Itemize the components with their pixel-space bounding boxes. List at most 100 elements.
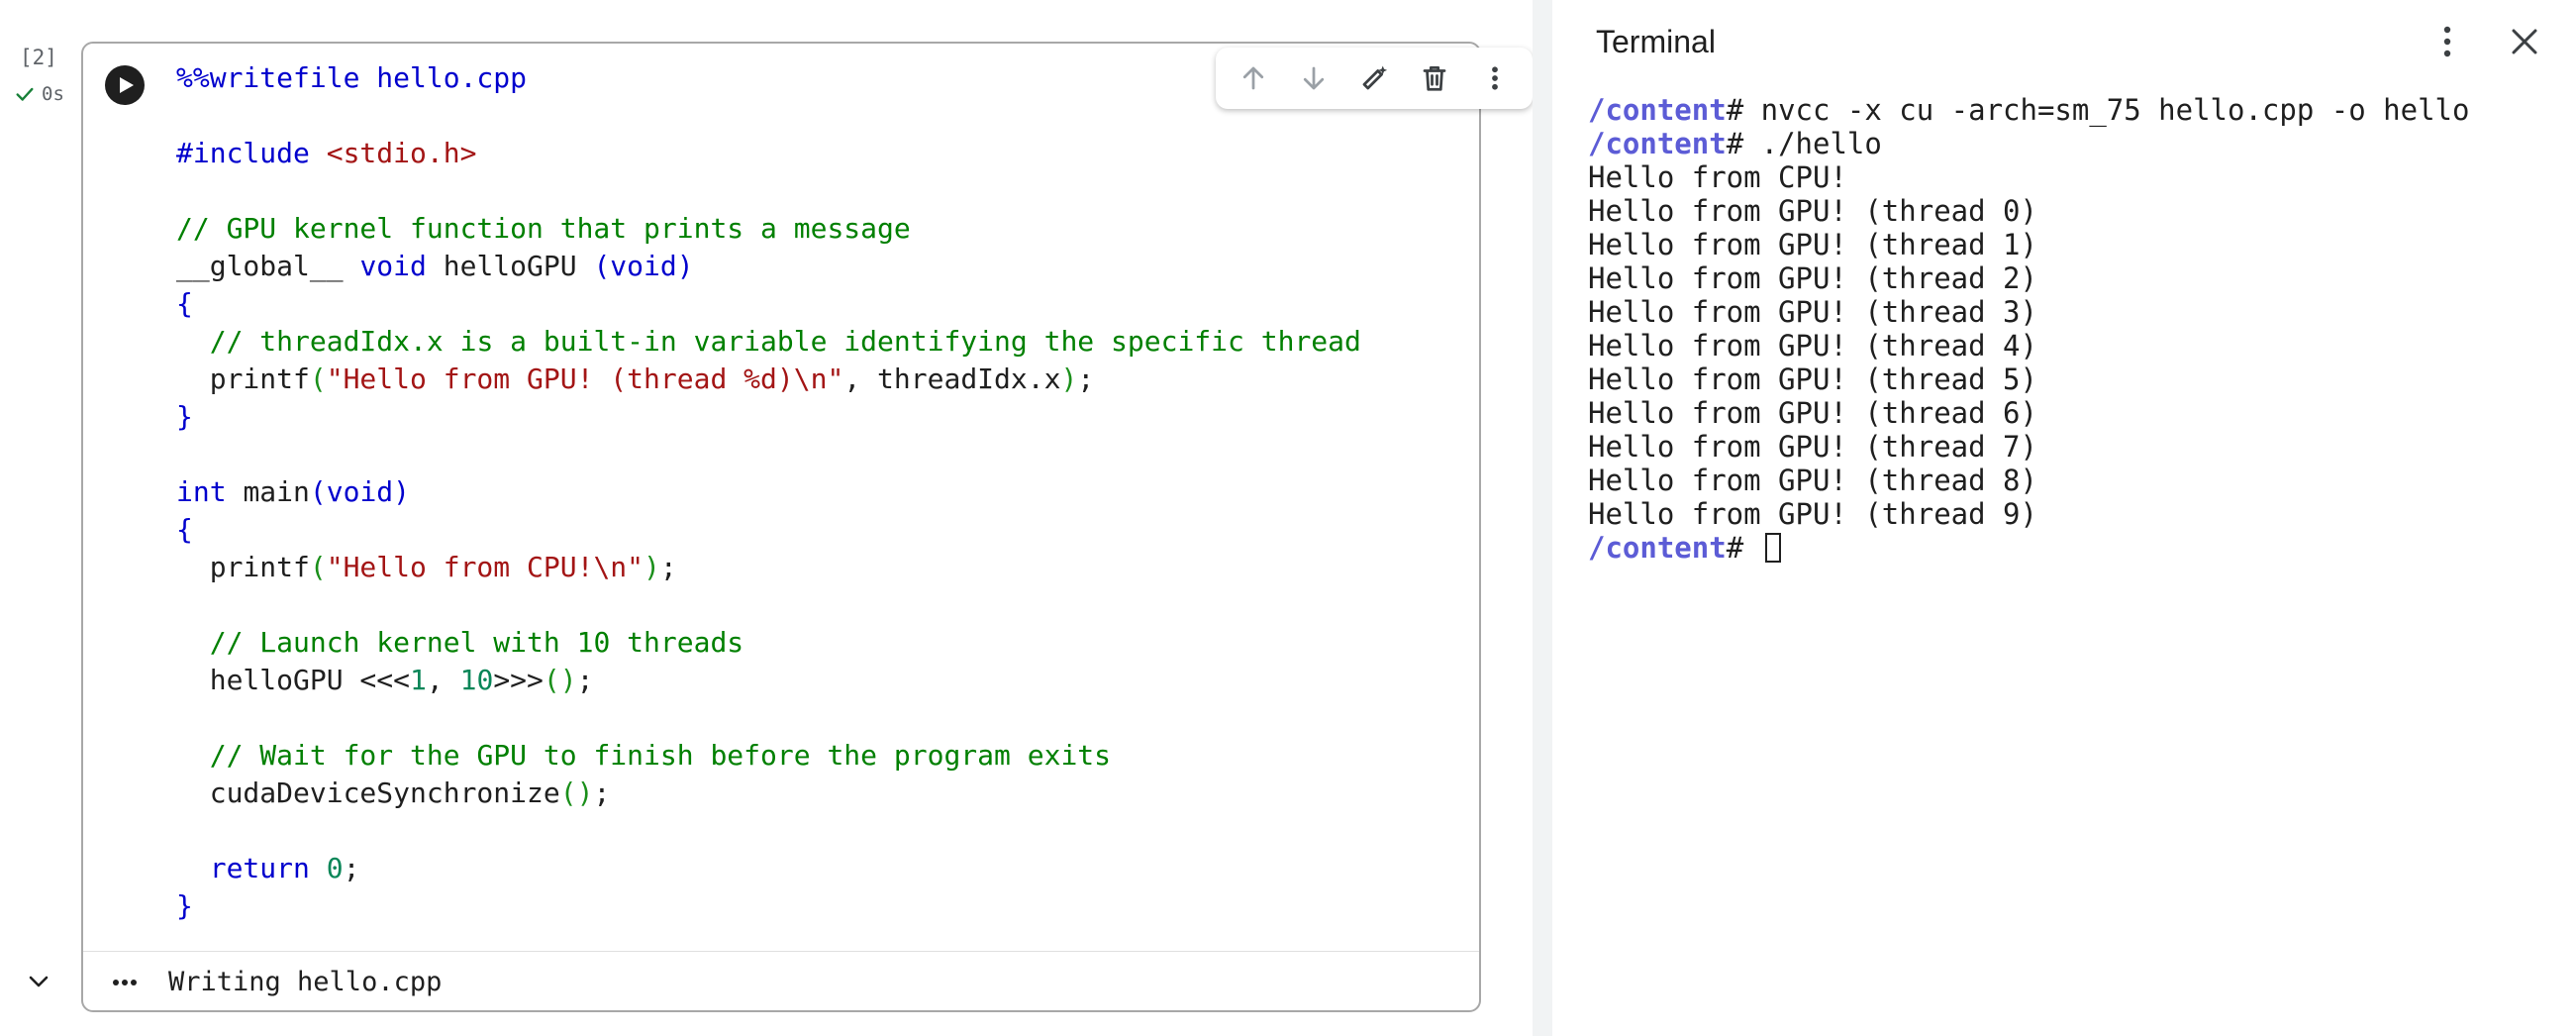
code-line: return 0;	[176, 850, 1361, 887]
more-vertical-icon	[1491, 66, 1498, 90]
code-token: ;	[1077, 363, 1095, 395]
terminal-output: Hello from GPU! (thread 6)	[1588, 396, 2037, 430]
arrow-up-icon	[1243, 66, 1264, 90]
code-token: ()	[559, 777, 594, 809]
terminal-cursor	[1764, 533, 1781, 563]
code-line: cudaDeviceSynchronize();	[176, 775, 1361, 812]
terminal-output: Hello from GPU! (thread 1)	[1588, 228, 2037, 261]
prompt-symbol: #	[1726, 127, 1761, 160]
delete-cell-button[interactable]	[1412, 55, 1457, 101]
terminal-output: Hello from GPU! (thread 8)	[1588, 464, 2037, 497]
terminal-title: Terminal	[1596, 24, 1716, 59]
code-token: ;	[576, 664, 594, 696]
checkmark-icon	[16, 87, 34, 101]
code-token: (void)	[593, 250, 694, 282]
terminal-output: Hello from GPU! (thread 5)	[1588, 363, 2037, 396]
terminal-close-button[interactable]	[2503, 20, 2546, 63]
move-cell-up-button[interactable]	[1231, 55, 1276, 101]
code-token: ;	[593, 777, 611, 809]
edit-cell-button[interactable]	[1351, 55, 1397, 101]
more-options-button[interactable]	[1472, 55, 1518, 101]
code-token: 0	[326, 852, 344, 884]
prompt-symbol: #	[1726, 531, 1761, 565]
terminal-line: Hello from GPU! (thread 4)	[1588, 329, 2469, 363]
code-token: cudaDeviceSynchronize	[176, 777, 560, 809]
code-cell[interactable]: %%writefile hello.cpp #include <stdio.h> /…	[81, 42, 1533, 1012]
terminal-output: Hello from GPU! (thread 9)	[1588, 497, 2037, 531]
terminal-output: Hello from GPU! (thread 4)	[1588, 329, 2037, 363]
code-editor[interactable]: %%writefile hello.cpp #include <stdio.h> /…	[176, 59, 1361, 925]
code-token: ()	[543, 664, 577, 696]
terminal-line: /content# nvcc -x cu -arch=sm_75 hello.c…	[1588, 93, 2469, 127]
output-actions-button[interactable]	[105, 963, 145, 1002]
code-token: (void)	[309, 475, 411, 508]
move-cell-down-button[interactable]	[1291, 55, 1337, 101]
terminal-line: Hello from GPU! (thread 0)	[1588, 194, 2469, 228]
magic-pen-icon	[1362, 65, 1388, 90]
prompt-path: /content	[1588, 531, 1727, 565]
pane-splitter[interactable]	[1533, 0, 1552, 1036]
code-line: %%writefile hello.cpp	[176, 59, 1361, 97]
code-token: // threadIdx.x is a built-in variable id…	[209, 325, 1361, 358]
code-line: #include <stdio.h>	[176, 135, 1361, 172]
code-token: 1	[410, 664, 427, 696]
terminal-line: Hello from GPU! (thread 5)	[1588, 363, 2469, 396]
code-line: helloGPU <<<1, 10>>>();	[176, 662, 1361, 699]
prompt-symbol: #	[1726, 93, 1761, 127]
code-token: printf	[176, 551, 310, 583]
code-token: return	[209, 852, 327, 884]
code-line: // Launch kernel with 10 threads	[176, 624, 1361, 662]
code-line: // Wait for the GPU to finish before the…	[176, 737, 1361, 775]
code-token: )	[1060, 363, 1078, 395]
app-root: [2] 0s %%writefile hello.cpp #include <st…	[0, 0, 2576, 1036]
terminal-line: Hello from GPU! (thread 3)	[1588, 295, 2469, 329]
code-token: void	[359, 250, 444, 282]
code-token: #include	[176, 137, 327, 169]
arrow-down-icon	[1304, 66, 1325, 90]
code-token: )	[644, 551, 660, 583]
terminal-line: /content#	[1588, 531, 2469, 565]
terminal-output: Hello from GPU! (thread 7)	[1588, 430, 2037, 464]
code-line: {	[176, 511, 1361, 549]
terminal-more-button[interactable]	[2426, 20, 2469, 63]
code-token: (	[309, 363, 327, 395]
code-token: {	[176, 287, 193, 320]
terminal-line: Hello from GPU! (thread 8)	[1588, 464, 2469, 497]
code-token: int	[176, 475, 244, 508]
code-line: int main(void)	[176, 473, 1361, 511]
collapse-output-button[interactable]	[22, 965, 55, 998]
code-line: printf("Hello from CPU!\n");	[176, 549, 1361, 586]
code-token: "Hello from GPU! (thread %d)\n"	[326, 363, 844, 395]
terminal-screen[interactable]: /content# nvcc -x cu -arch=sm_75 hello.c…	[1588, 93, 2469, 565]
terminal-panel: Terminal /content# nvcc -x cu -arch=sm_7…	[1552, 0, 2576, 1036]
code-token: ;	[659, 551, 677, 583]
terminal-output: Hello from GPU! (thread 0)	[1588, 194, 2037, 228]
cell-toolbar	[1216, 48, 1533, 109]
code-line: {	[176, 285, 1361, 323]
code-token: {	[176, 513, 193, 546]
execution-status: 0s	[14, 83, 64, 105]
terminal-output: Hello from CPU!	[1588, 160, 1847, 194]
chevron-down-icon	[29, 976, 49, 987]
run-cell-button[interactable]	[105, 65, 145, 105]
code-token: <stdio.h>	[326, 137, 477, 169]
notebook-pane: [2] 0s %%writefile hello.cpp #include <st…	[0, 0, 1533, 1036]
terminal-line: Hello from CPU!	[1588, 160, 2469, 194]
code-token: ,	[426, 664, 460, 696]
code-token: >>>	[493, 664, 544, 696]
code-token: }	[176, 889, 193, 922]
terminal-line: /content# ./hello	[1588, 127, 2469, 160]
trash-icon	[1423, 66, 1446, 91]
terminal-command: nvcc -x cu -arch=sm_75 hello.cpp -o hell…	[1760, 93, 2470, 127]
terminal-output: Hello from GPU! (thread 3)	[1588, 295, 2037, 329]
code-token: "Hello from CPU!\n"	[326, 551, 644, 583]
prompt-path: /content	[1588, 93, 1727, 127]
code-token: main	[243, 475, 310, 508]
play-icon	[120, 77, 134, 93]
